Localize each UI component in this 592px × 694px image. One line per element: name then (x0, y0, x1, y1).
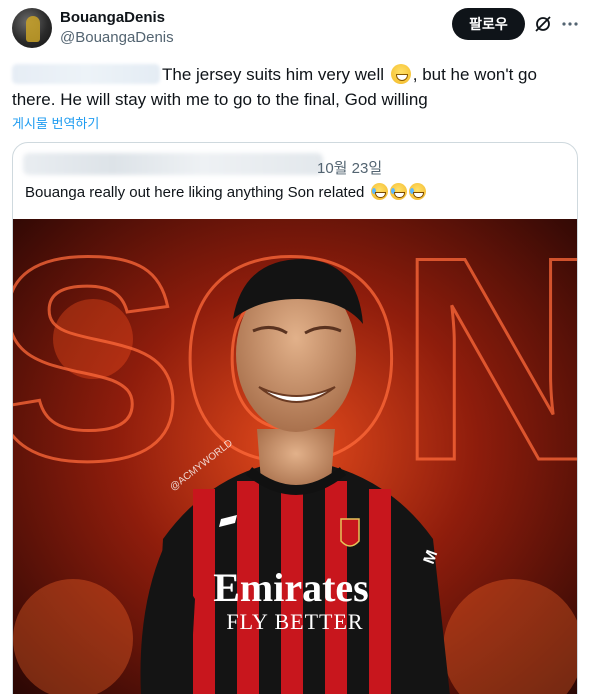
grinning-face-icon (390, 64, 411, 84)
quote-text-body: Bouanga really out here liking anything … (25, 184, 365, 201)
follow-button[interactable]: 팔로우 (452, 8, 525, 40)
redacted-mention (12, 64, 160, 84)
quote-date[interactable]: 10월 23일 (317, 157, 382, 178)
display-name[interactable]: BouangaDenis (60, 9, 165, 27)
shirt-tagline-text: FLY BETTER (226, 609, 363, 634)
tears-of-joy-icon (389, 183, 407, 200)
more-icon[interactable] (560, 14, 580, 34)
quote-media-image[interactable]: SON @ACMYWORLD (13, 219, 577, 694)
tears-of-joy-icon (408, 183, 426, 200)
translate-post-link[interactable]: 게시물 번역하기 (12, 113, 99, 132)
user-handle[interactable]: @BouangaDenis (60, 29, 174, 47)
quoted-tweet[interactable]: 10월 23일 Bouanga really out here liking a… (12, 142, 578, 694)
shirt-sponsor-text: Emirates (213, 565, 369, 610)
tweet-text-line1: The jersey suits him very well (162, 65, 385, 84)
avatar[interactable] (12, 8, 52, 48)
quote-text: Bouanga really out here liking anything … (25, 183, 426, 201)
redacted-quote-author (23, 153, 323, 175)
tears-of-joy-icon (370, 183, 388, 200)
tweet-text: The jersey suits him very well , but he … (12, 62, 572, 112)
grok-icon[interactable] (533, 14, 553, 34)
